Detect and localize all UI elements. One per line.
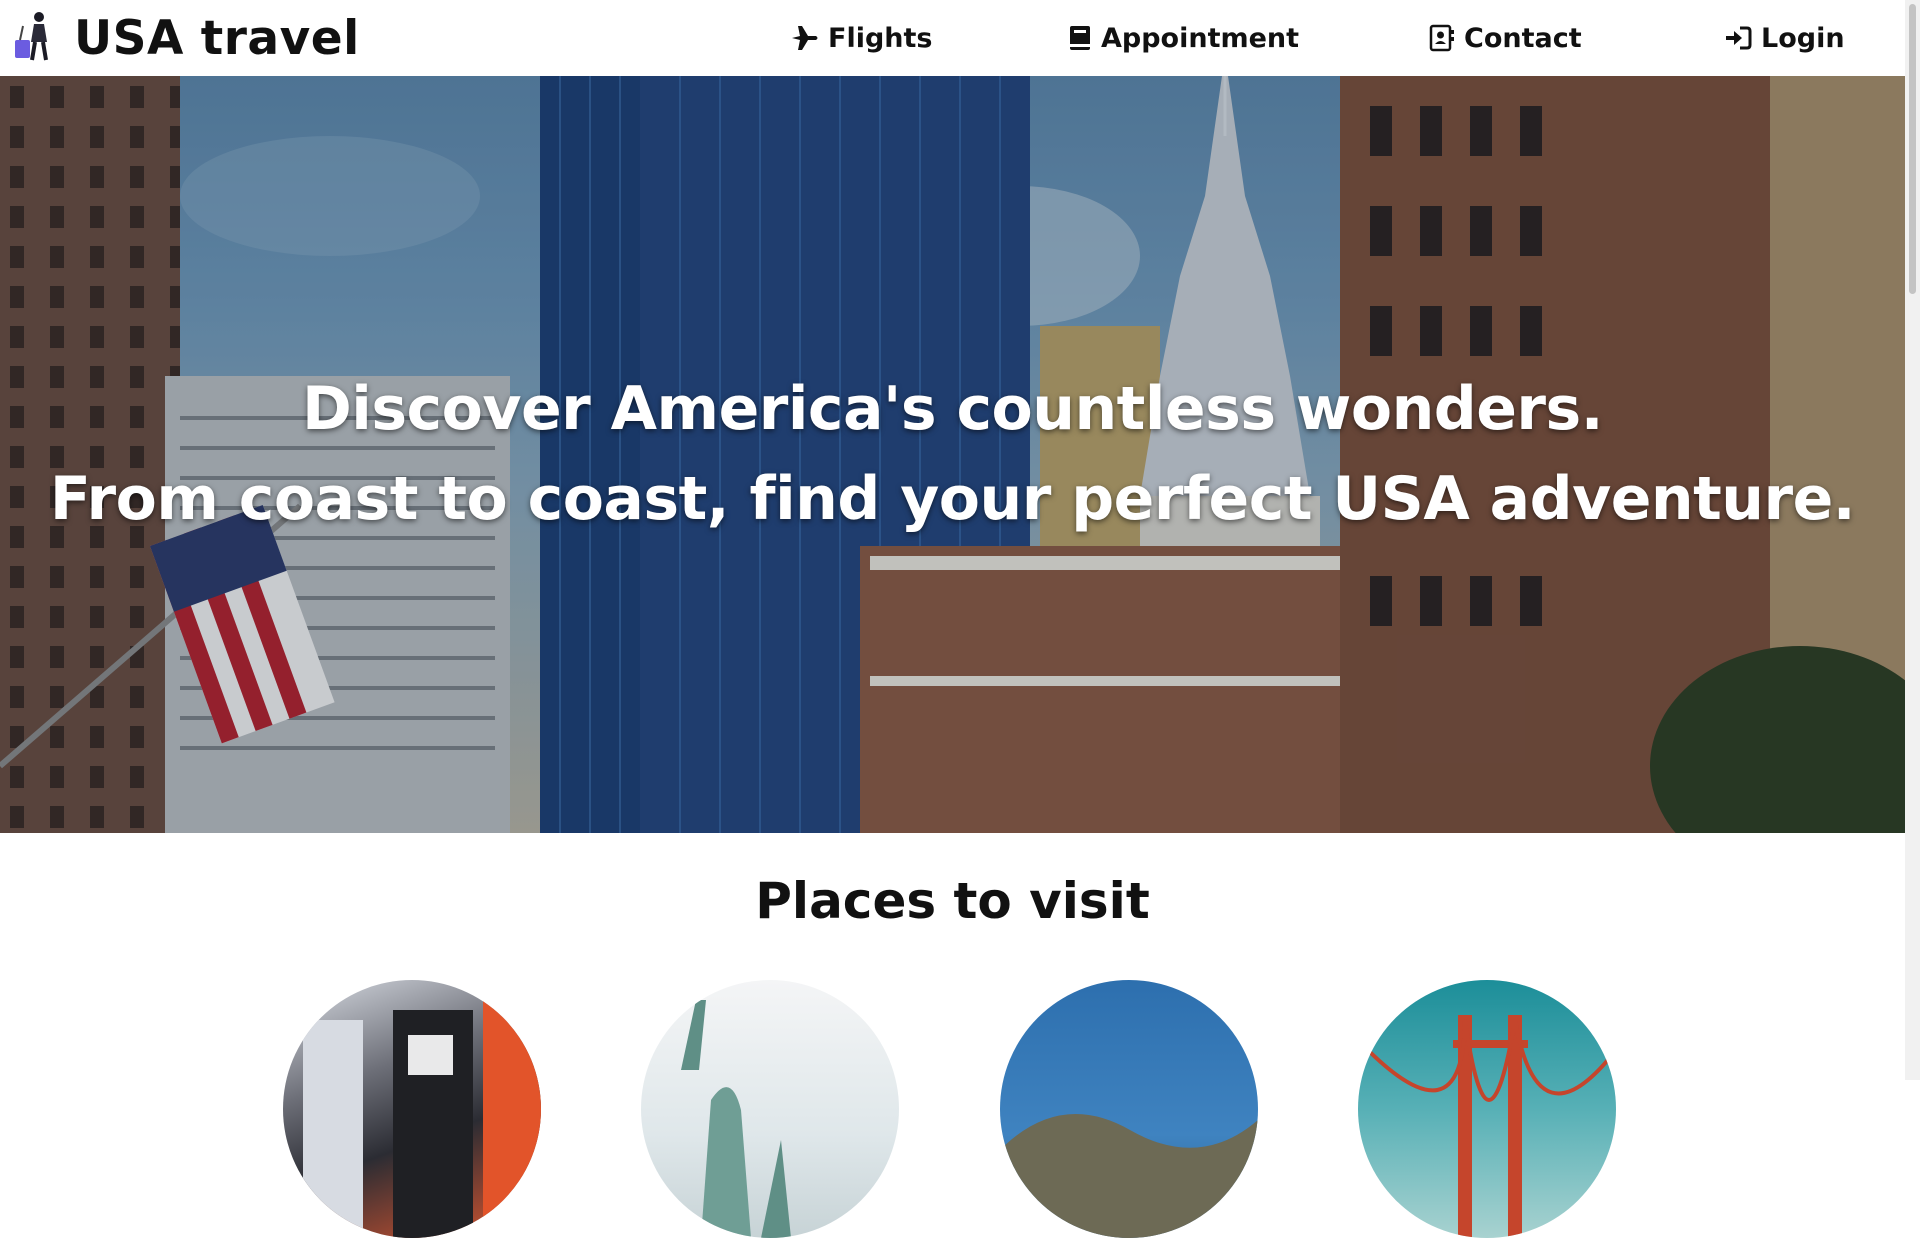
brand-name: USA travel — [74, 10, 360, 66]
scrollbar-thumb[interactable] — [1909, 4, 1916, 294]
nav-contact-label: Contact — [1464, 22, 1582, 54]
places-section-title: Places to visit — [755, 872, 1150, 930]
airplane-icon — [792, 26, 818, 50]
contact-card-icon — [1429, 24, 1454, 52]
nav-login[interactable]: Login — [1723, 0, 1845, 76]
place-card-hollywood[interactable] — [1000, 980, 1258, 1238]
nav-contact[interactable]: Contact — [1428, 0, 1582, 76]
traveler-with-suitcase-icon — [10, 8, 74, 68]
nav-flights-label: Flights — [828, 22, 933, 54]
nav-appointment[interactable]: Appointment — [1067, 0, 1299, 76]
nav-flights[interactable]: Flights — [790, 0, 932, 76]
place-image — [1000, 1114, 1258, 1238]
hero-banner: Discover America's countless wonders. Fr… — [0, 76, 1905, 833]
place-card-golden-gate[interactable] — [1358, 980, 1616, 1238]
book-icon — [1070, 26, 1090, 50]
page-scrollbar[interactable] — [1905, 0, 1920, 1080]
sign-in-icon — [1726, 26, 1752, 50]
hero-heading-line-1: Discover America's countless wonders. — [301, 374, 1604, 444]
hero-heading-line-2: From coast to coast, find your perfect U… — [49, 464, 1856, 534]
top-navbar: USA travel Flights Appointment Contact L… — [0, 0, 1905, 76]
place-image — [681, 1000, 791, 1238]
place-image — [303, 1000, 541, 1238]
place-card-times-square[interactable] — [283, 980, 541, 1238]
brand[interactable]: USA travel — [10, 8, 360, 68]
place-image — [1358, 1015, 1616, 1238]
nav-login-label: Login — [1761, 22, 1845, 54]
nav-appointment-label: Appointment — [1101, 22, 1300, 54]
place-card-statue-of-liberty[interactable] — [641, 980, 899, 1238]
